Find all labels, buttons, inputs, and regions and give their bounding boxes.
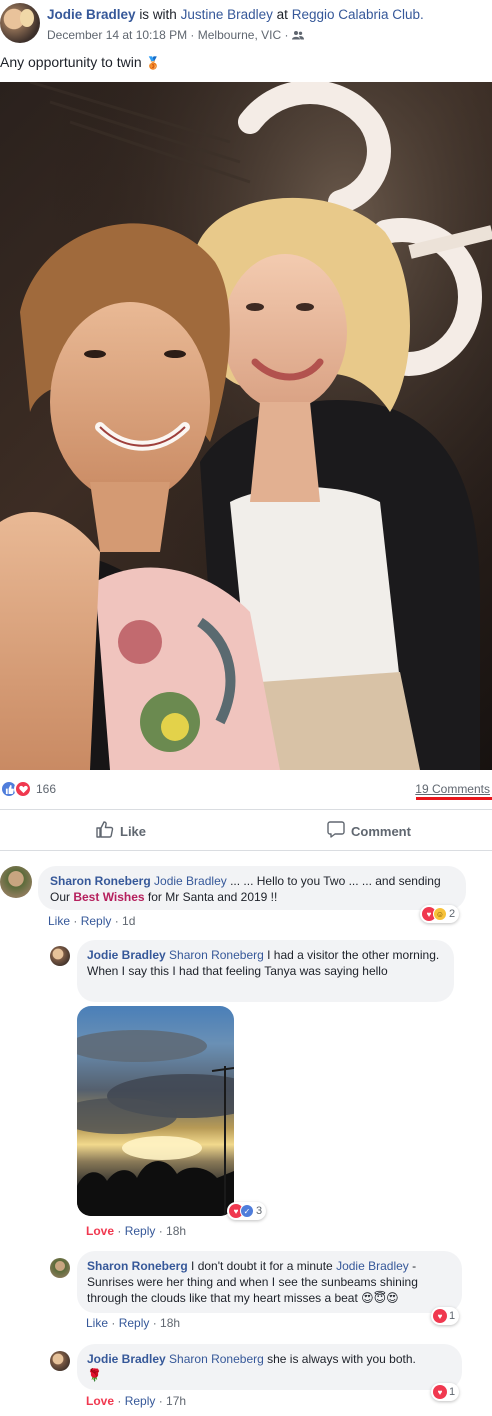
comment-reactions[interactable]: ♥ 1 [431, 1383, 460, 1401]
comment-emojis: 😍😇😍 [361, 1291, 399, 1305]
highlight-underline [416, 797, 492, 800]
comment-reply-link[interactable]: Reply [119, 1316, 150, 1330]
meta-separator: · [190, 28, 195, 42]
comment-tag-link[interactable]: Sharon Roneberg [169, 1352, 264, 1366]
comment-like-link[interactable]: Like [86, 1316, 108, 1330]
comment-love-link[interactable]: Love [86, 1224, 114, 1238]
friends-icon[interactable] [291, 29, 304, 43]
comment-author-link[interactable]: Sharon Roneberg [87, 1259, 188, 1273]
post-photo[interactable] [0, 82, 492, 770]
at-text: at [276, 7, 288, 22]
divider [0, 809, 492, 810]
comment-text: she is always with you both. [263, 1352, 416, 1366]
comment-reply-link[interactable]: Reply [125, 1224, 156, 1238]
comment-reply-link[interactable]: Reply [81, 914, 112, 928]
post-photo-illustration [0, 82, 492, 770]
comment-time[interactable]: 18h [160, 1316, 180, 1330]
comment-time[interactable]: 18h [166, 1224, 186, 1238]
place-link[interactable]: Reggio Calabria Club. [292, 7, 424, 22]
reaction-count[interactable]: 166 [36, 782, 56, 796]
commenter-avatar[interactable] [50, 946, 70, 966]
comment-actions: Love · Reply · 18h [86, 1224, 187, 1238]
post-message: Any opportunity to twin [0, 54, 142, 70]
comment-reactions[interactable]: ♥ ☺ 2 [420, 905, 460, 923]
tagged-person-link[interactable]: Justine Bradley [181, 7, 273, 22]
comment-tag-link[interactable]: Jodie Bradley [154, 874, 227, 888]
heart-icon: ♥ [433, 1309, 447, 1323]
post-title: Jodie Bradley is with Justine Bradley at… [47, 7, 424, 22]
reaction-summary: 166 19 Comments [0, 778, 492, 802]
thumbs-up-icon [96, 821, 114, 841]
comment-bubble: Jodie Bradley Sharon Roneberg she is alw… [77, 1344, 462, 1390]
commenter-avatar[interactable] [0, 866, 32, 898]
speech-bubble-icon [327, 821, 345, 841]
thumbs-up-icon: ✓ [240, 1204, 254, 1218]
comment-actions: Like · Reply · 1d [48, 914, 136, 928]
author-avatar[interactable] [0, 3, 40, 43]
post-actions: Like Comment [0, 812, 492, 848]
comment-bubble: Jodie Bradley Sharon Roneberg I had a vi… [77, 940, 454, 1002]
comment-label: Comment [351, 823, 411, 839]
comment-bubble: Sharon Roneberg I don't doubt it for a m… [77, 1251, 462, 1313]
comment-reactions[interactable]: ♥ ✓ 3 [227, 1202, 267, 1220]
comment-reactions[interactable]: ♥ 1 [431, 1307, 460, 1325]
post-header: Jodie Bradley is with Justine Bradley at… [0, 0, 492, 50]
comment-reaction-count: 2 [449, 908, 456, 920]
comment-actions: Like · Reply · 18h [86, 1316, 181, 1330]
like-button[interactable]: Like [96, 821, 146, 841]
divider [0, 850, 492, 851]
commenter-avatar[interactable] [50, 1258, 70, 1278]
post-text: Any opportunity to twin 🥉 [0, 54, 160, 70]
comment-reaction-count: 3 [256, 1205, 263, 1217]
post-date-link[interactable]: December 14 at 10:18 PM [47, 28, 187, 42]
medal-emoji: 🥉 [145, 56, 161, 70]
laughing-face-icon: ☺ [433, 907, 447, 921]
comment-author-link[interactable]: Jodie Bradley [87, 1352, 166, 1366]
is-with-text: is with [139, 7, 177, 22]
comment-author-link[interactable]: Sharon Roneberg [50, 874, 151, 888]
sunrise-illustration [77, 1030, 234, 1216]
comment-reaction-count: 1 [449, 1310, 456, 1322]
meta-separator: · [284, 28, 289, 42]
comment-reply-link[interactable]: Reply [125, 1394, 156, 1408]
comment-text: for Mr Santa and 2019 !! [144, 890, 278, 904]
comment-text: I don't doubt it for a minute [187, 1259, 337, 1273]
comment-author-link[interactable]: Jodie Bradley [87, 948, 166, 962]
rose-emoji: 🌹 [87, 1368, 102, 1382]
like-label: Like [120, 823, 147, 839]
comment-button[interactable]: Comment [327, 821, 411, 841]
comment-photo[interactable] [77, 1006, 234, 1216]
commenter-avatar[interactable] [50, 1351, 70, 1371]
comment-highlight: Best Wishes [73, 890, 145, 904]
comment-reaction-count: 1 [449, 1386, 456, 1398]
comments-count-link[interactable]: 19 Comments [415, 782, 490, 796]
author-name-link[interactable]: Jodie Bradley [47, 7, 136, 22]
post-meta: December 14 at 10:18 PM · Melbourne, VIC… [47, 28, 304, 43]
comment-time[interactable]: 1d [122, 914, 135, 928]
comment-time[interactable]: 17h [166, 1394, 186, 1408]
comment-actions: Love · Reply · 17h [86, 1394, 187, 1408]
comment-tag-link[interactable]: Sharon Roneberg [169, 948, 264, 962]
post-location: Melbourne, VIC [197, 28, 282, 42]
comment-tag-link[interactable]: Jodie Bradley [336, 1259, 409, 1273]
comment-bubble: Sharon Roneberg Jodie Bradley ... ... He… [38, 866, 466, 910]
comment-love-link[interactable]: Love [86, 1394, 114, 1408]
heart-icon: ♥ [433, 1385, 447, 1399]
heart-icon [14, 780, 32, 798]
comment-like-link[interactable]: Like [48, 914, 70, 928]
